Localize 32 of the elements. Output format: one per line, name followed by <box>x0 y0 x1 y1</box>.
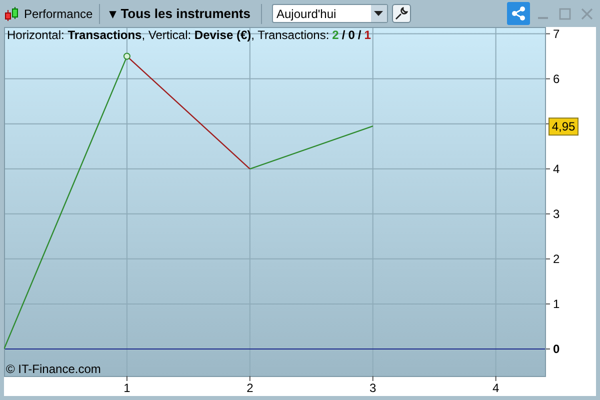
share-icon <box>511 6 526 21</box>
settings-button[interactable] <box>392 4 410 23</box>
close-icon <box>581 8 593 20</box>
maximize-icon <box>559 8 571 20</box>
instrument-menu[interactable]: ▾ Tous les instruments <box>106 6 254 21</box>
wrench-icon <box>394 6 408 20</box>
count-separator: / <box>358 28 362 42</box>
y-tick-label: 4 <box>553 162 560 176</box>
share-button[interactable] <box>507 2 530 25</box>
x-tick-label: 4 <box>492 381 500 395</box>
chart-description: Horizontal: Transactions, Vertical: Devise (€), Transactions: <box>7 28 330 42</box>
transaction-count: 2 <box>332 28 339 42</box>
y-tick-label: 1 <box>553 296 560 311</box>
y-tick-label: 6 <box>553 72 560 86</box>
y-tick-label: 3 <box>553 206 560 221</box>
last-value-badge: 4,95 <box>548 118 578 136</box>
x-tick-label: 3 <box>370 381 376 395</box>
y-tick-label: 7 <box>553 27 560 41</box>
count-separator: / <box>342 28 346 42</box>
peak-marker <box>123 52 130 60</box>
minimize-icon <box>538 16 548 18</box>
caret-icon <box>374 11 383 16</box>
y-tick-label: 2 <box>553 252 560 266</box>
candlestick-icon <box>4 6 20 22</box>
panel-title: Performance <box>24 6 93 20</box>
transaction-count: 1 <box>364 28 371 42</box>
x-tick-label: 1 <box>124 381 130 395</box>
y-tick-label: 0 <box>553 342 560 356</box>
period-select[interactable]: Aujourd'hui <box>272 4 388 23</box>
x-tick-label: 2 <box>246 381 254 395</box>
copyright-text: © IT-Finance.com <box>6 362 101 376</box>
transaction-count: 0 <box>348 28 355 42</box>
